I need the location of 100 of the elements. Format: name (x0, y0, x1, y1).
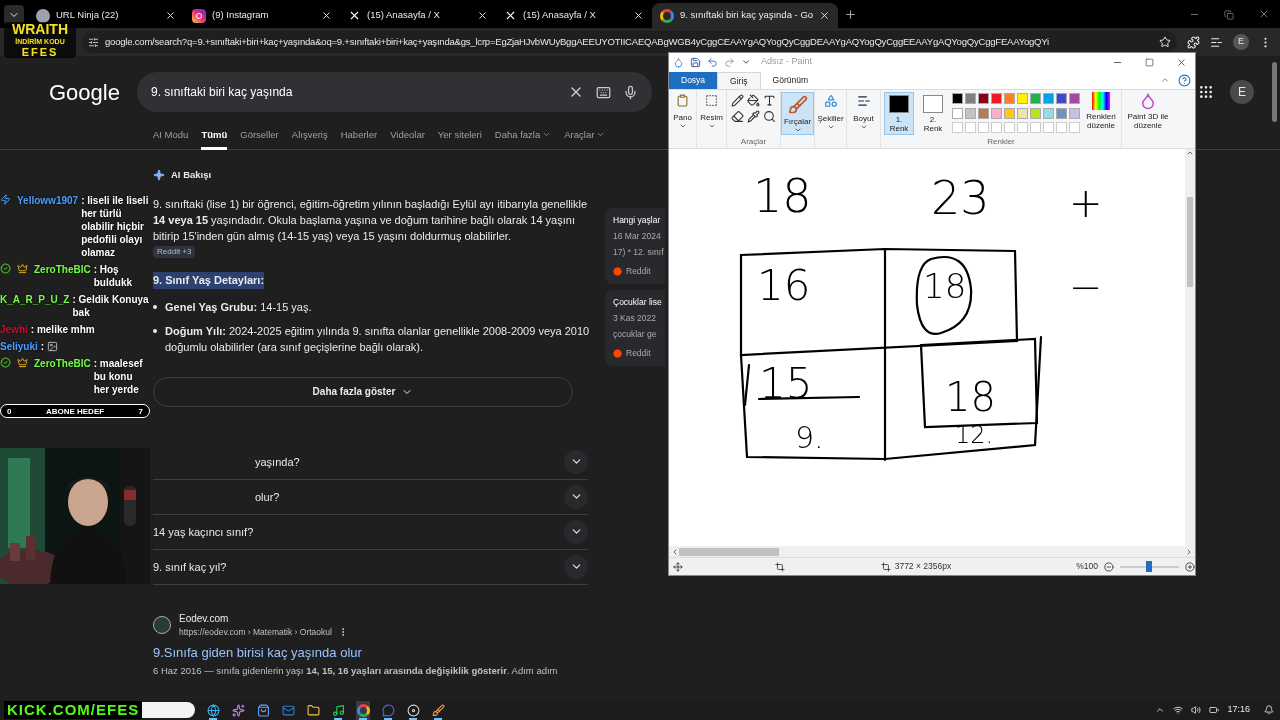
pencil-icon[interactable] (731, 94, 744, 107)
close-icon[interactable] (633, 10, 644, 21)
pipette-icon[interactable] (747, 110, 760, 123)
palette-swatch[interactable] (952, 107, 963, 119)
new-tab-icon[interactable] (844, 8, 857, 21)
palette-swatch[interactable] (1043, 107, 1054, 119)
empty-swatch[interactable] (1030, 122, 1041, 134)
restore-icon[interactable] (1224, 10, 1234, 20)
extensions-icon[interactable] (1187, 35, 1200, 49)
page-scrollbar[interactable] (1272, 62, 1277, 122)
tab-list-button[interactable] (4, 5, 24, 25)
palette-swatch[interactable] (965, 107, 976, 119)
google-logo[interactable]: Google (49, 75, 137, 109)
palette-swatch[interactable] (1069, 107, 1080, 119)
paint3d-button[interactable]: Paint 3D ile düzenle (1122, 90, 1174, 148)
image-button[interactable]: Resim (697, 90, 727, 148)
close-icon[interactable] (1176, 56, 1187, 68)
caret-icon[interactable] (741, 57, 751, 67)
edit-colors-button[interactable]: Renkleri düzenle (1084, 92, 1118, 135)
empty-swatch[interactable] (1056, 122, 1067, 134)
empty-swatch[interactable] (991, 122, 1002, 134)
empty-swatch[interactable] (965, 122, 976, 134)
color-slot-button[interactable]: 1. Renk (884, 92, 914, 135)
search-tab[interactable]: Görseller (240, 128, 279, 150)
palette-swatch[interactable] (1004, 107, 1015, 119)
empty-swatch[interactable] (1017, 122, 1028, 134)
palette-swatch[interactable] (991, 93, 1002, 104)
palette-swatch[interactable] (1043, 93, 1054, 104)
scroll-thumb[interactable] (679, 547, 779, 556)
source-card[interactable]: Çocuklar lise 3 Kas 2022 çocuklar ge Reddit (605, 290, 665, 366)
profile-avatar[interactable]: E (1233, 34, 1249, 50)
ribbon-tab[interactable]: Görünüm (760, 72, 820, 89)
empty-swatch[interactable] (1004, 122, 1015, 134)
empty-swatch[interactable] (952, 122, 963, 134)
paint-bucket-icon[interactable] (747, 94, 760, 107)
site-settings-icon[interactable] (88, 36, 99, 48)
question-row[interactable]: yaşında? (153, 444, 588, 480)
palette-swatch[interactable] (978, 107, 989, 119)
color-slot-button[interactable]: 2. Renk (918, 92, 948, 135)
palette-swatch[interactable] (1004, 93, 1015, 104)
wifi-icon[interactable] (1173, 705, 1184, 715)
magnifier-icon[interactable] (763, 110, 776, 123)
browser-tab[interactable]: (15) Anasayfa / X (496, 3, 652, 28)
palette-swatch[interactable] (1017, 93, 1028, 104)
close-icon[interactable] (321, 10, 332, 21)
close-icon[interactable] (477, 10, 488, 21)
search-tab[interactable]: Videolar (390, 128, 425, 150)
ribbon-tab[interactable]: Giriş (717, 72, 761, 89)
result-link[interactable]: 9.Sınıfa giden birisi kaç yaşında olur (153, 642, 1280, 662)
palette-swatch[interactable] (1056, 93, 1067, 104)
palette-swatch[interactable] (978, 93, 989, 104)
search-tab[interactable]: Haberler (340, 128, 378, 150)
empty-swatch[interactable] (1069, 122, 1080, 134)
text-tool-icon[interactable] (763, 94, 776, 107)
brushes-button[interactable]: Fırçalar (780, 92, 815, 135)
undo-icon[interactable] (707, 56, 718, 68)
browser-tab[interactable]: 9. sınıftaki biri kaç yaşında - Go (652, 3, 838, 28)
bookmark-star-icon[interactable] (1159, 36, 1171, 48)
keyboard-icon[interactable] (596, 84, 611, 100)
collapse-icon[interactable] (1160, 75, 1170, 85)
empty-swatch[interactable] (978, 122, 989, 134)
source-chip[interactable]: Reddit +3 (153, 246, 196, 259)
zoom-out-icon[interactable] (1103, 561, 1114, 572)
close-icon[interactable] (165, 10, 176, 21)
maximize-icon[interactable] (1145, 57, 1154, 67)
microphone-icon[interactable] (623, 84, 638, 100)
browser-tab[interactable]: (9) Instagram (184, 3, 340, 28)
help-icon[interactable] (1178, 74, 1191, 87)
palette-swatch[interactable] (1030, 107, 1041, 119)
palette-swatch[interactable] (1069, 93, 1080, 104)
search-tab[interactable]: Tümü (201, 128, 228, 150)
palette-swatch[interactable] (1017, 107, 1028, 119)
browser-tab[interactable]: (15) Anasayfa / X (340, 3, 496, 28)
eraser-icon[interactable] (731, 110, 744, 123)
reading-list-icon[interactable] (1210, 35, 1223, 49)
size-button[interactable]: Boyut (847, 90, 881, 148)
scroll-thumb[interactable] (1187, 197, 1193, 287)
palette-swatch[interactable] (1056, 107, 1067, 119)
search-tab[interactable]: AI Modu (153, 128, 189, 150)
taskbar-search-field[interactable] (142, 702, 195, 718)
shapes-button[interactable]: Şekiller (815, 90, 847, 148)
apps-icon[interactable] (1198, 84, 1214, 100)
palette-swatch[interactable] (952, 93, 963, 104)
empty-swatch[interactable] (1043, 122, 1054, 134)
question-row[interactable]: olur? (153, 479, 588, 515)
file-menu-button[interactable]: Dosya (669, 72, 718, 89)
question-row[interactable]: 14 yaş kaçıncı sınıf? (153, 514, 588, 550)
question-row[interactable]: 9. sınıf kaç yıl? (153, 549, 588, 585)
scroll-right-icon[interactable] (1185, 547, 1193, 556)
search-tab[interactable]: Alışveriş (291, 128, 328, 150)
address-bar[interactable]: google.com/search?q=9.+sınıftaki+biri+kaç+yaşında&oq=9.+sınıftaki+biri+kaç+yaşında&gs_lcrp=EgZjaHJvbWUyBggAEEUYOTIICAEQABgWGB4yCggCEAAYgAQYogQyCggDEAAYgAQYogQyCggEEAAYgAQYogQyCggFEAAYogQYi (82, 31, 1177, 53)
clipboard-button[interactable]: Pano (669, 90, 697, 148)
source-card[interactable]: Hangi yaşlar 16 Mar 2024 17) * 12. sınıf Reddit (605, 208, 665, 284)
volume-icon[interactable] (1191, 705, 1202, 715)
search-tab[interactable]: Araçlar (564, 128, 606, 150)
palette-swatch[interactable] (1030, 93, 1041, 104)
palette-swatch[interactable] (965, 93, 976, 104)
tray-icon[interactable] (1155, 705, 1166, 715)
zoom-in-icon[interactable] (1185, 561, 1195, 572)
palette-swatch[interactable] (991, 107, 1002, 119)
